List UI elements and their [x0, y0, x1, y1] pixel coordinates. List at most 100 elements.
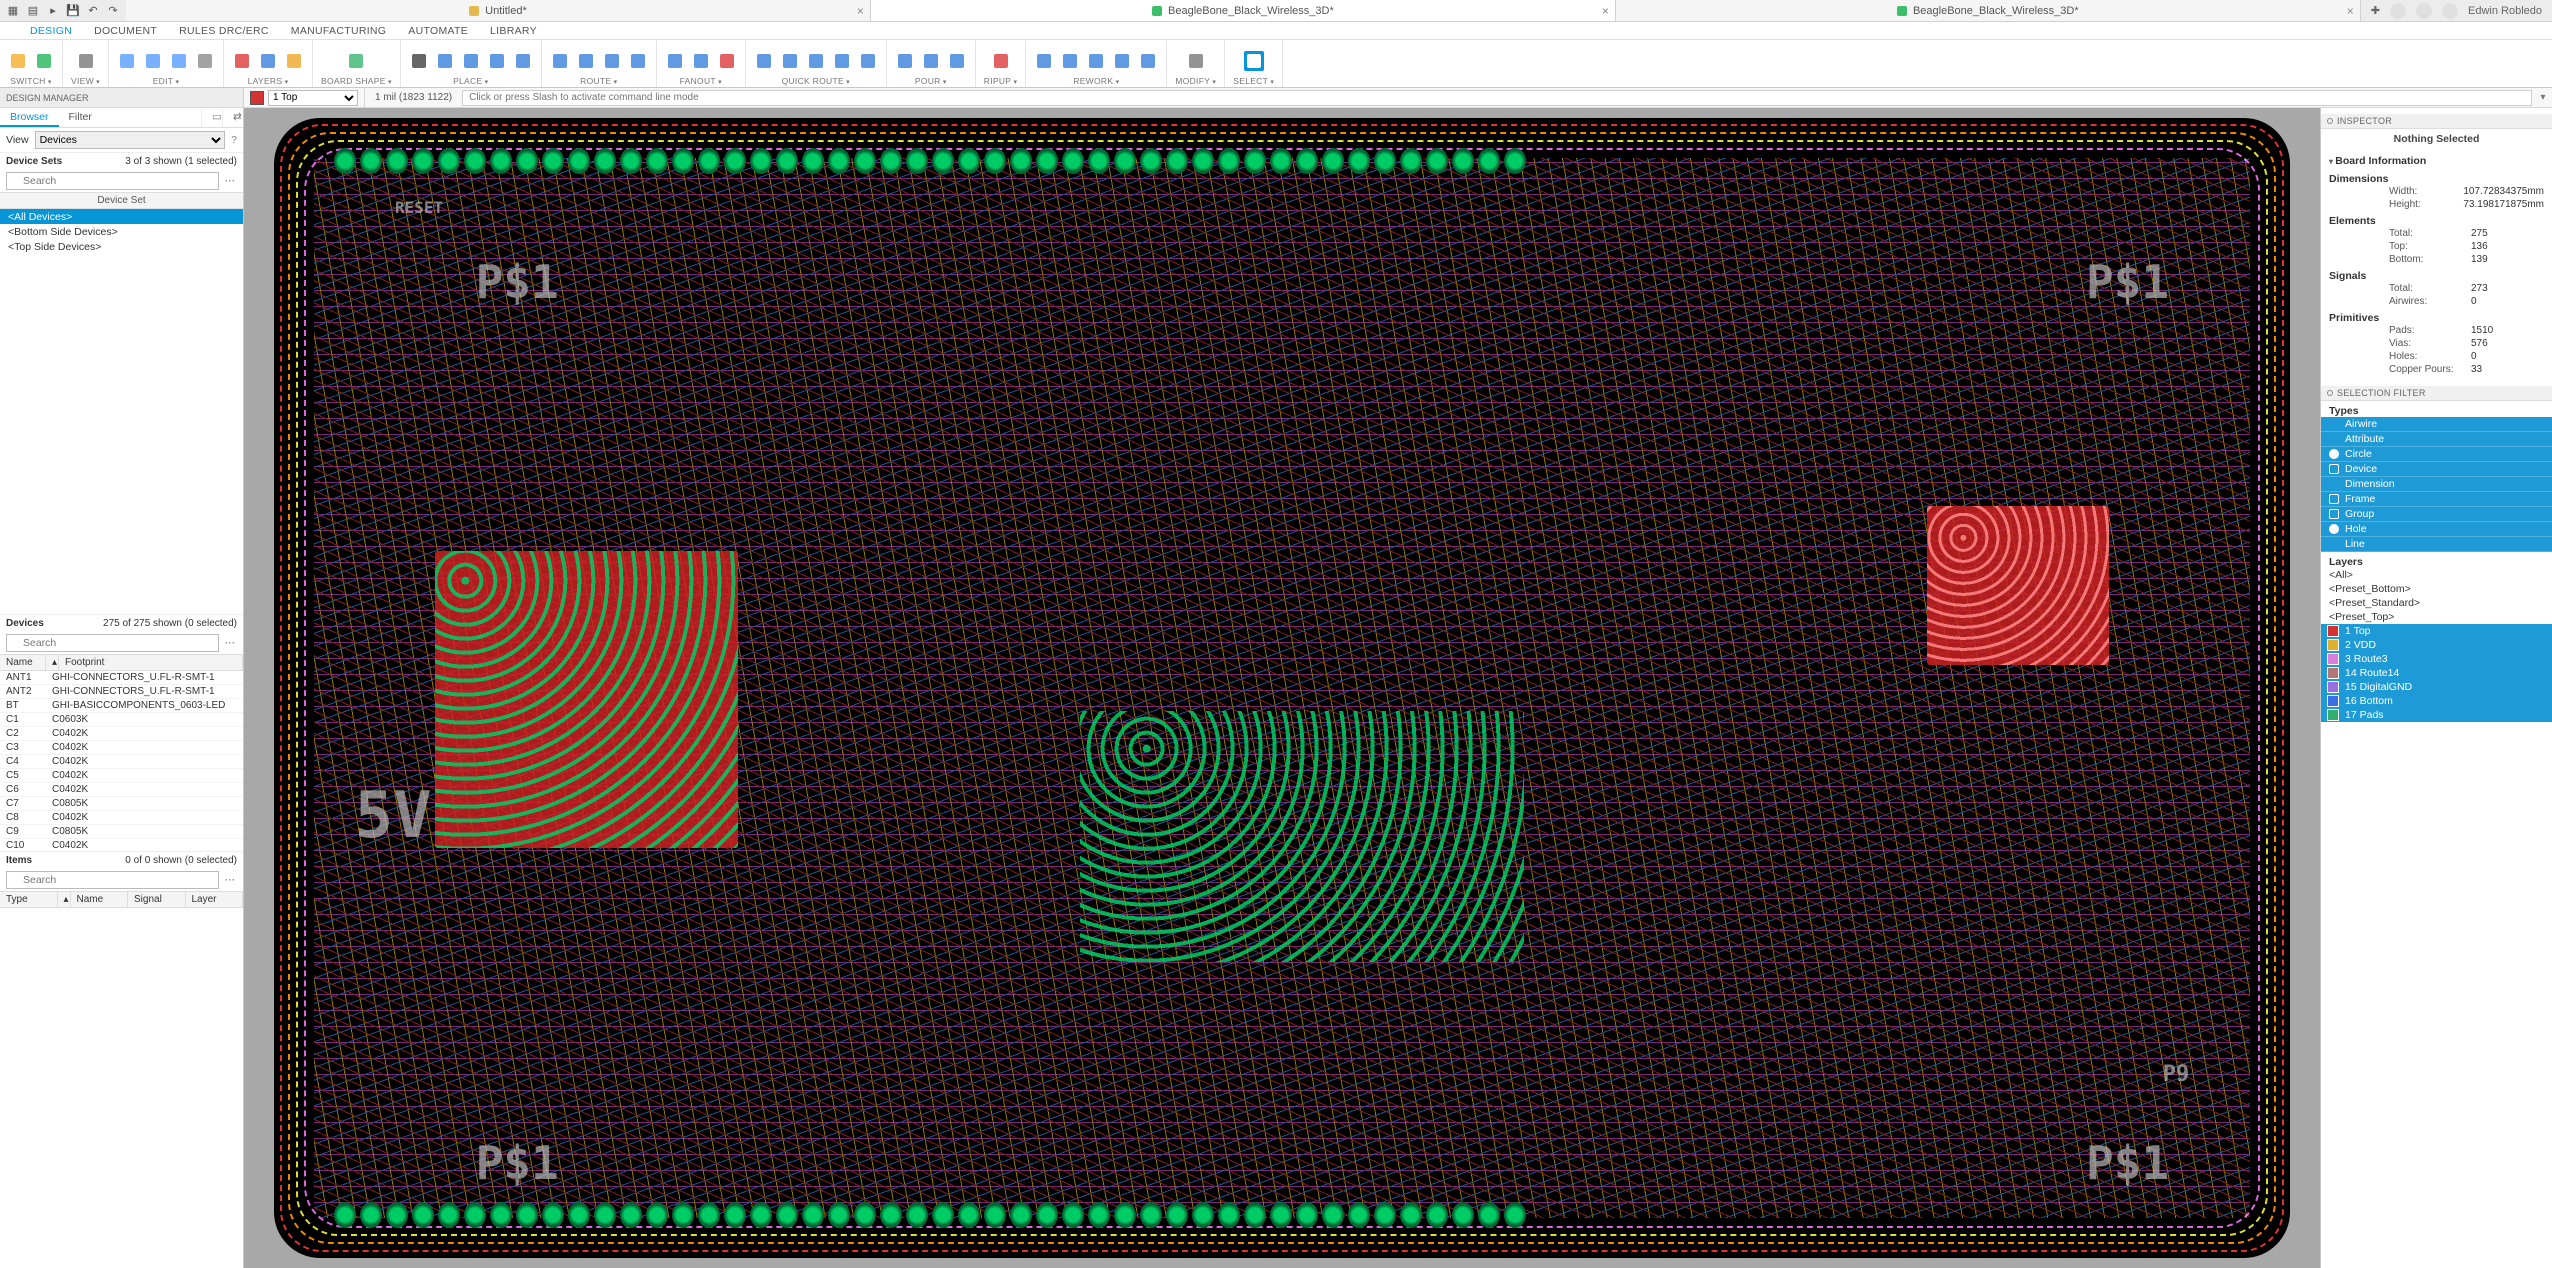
device-sets-search[interactable] — [6, 172, 219, 190]
filter-type-hole[interactable]: Hole — [2321, 522, 2552, 537]
wrench-icon[interactable] — [1186, 51, 1206, 71]
items-col-name[interactable]: Name — [71, 892, 129, 907]
filter-type-device[interactable]: Device — [2321, 462, 2552, 477]
layer-row[interactable]: 16 Bottom — [2321, 694, 2552, 708]
array-icon[interactable] — [513, 51, 533, 71]
layer-row[interactable]: 15 DigitalGND — [2321, 680, 2552, 694]
clock-icon[interactable] — [2416, 3, 2432, 19]
ribbon-menu-design[interactable]: DESIGN — [30, 25, 72, 37]
layer-preset[interactable]: <Preset_Bottom> — [2321, 582, 2552, 596]
poly-cut-icon[interactable] — [921, 51, 941, 71]
grid-icon[interactable] — [76, 51, 96, 71]
ribbon-group-label[interactable]: MODIFY — [1175, 76, 1216, 86]
rotate-icon[interactable] — [435, 51, 455, 71]
layers-blue-icon[interactable] — [258, 51, 278, 71]
rw4-icon[interactable] — [1112, 51, 1132, 71]
device-row[interactable]: C7 C0805K — [0, 797, 243, 811]
ribbon-group-label[interactable]: QUICK ROUTE — [782, 76, 850, 86]
devices-search[interactable] — [6, 634, 219, 652]
filter-type-group[interactable]: Group — [2321, 507, 2552, 522]
layer-preset[interactable]: <Preset_Standard> — [2321, 596, 2552, 610]
items-col-layer[interactable]: Layer — [186, 892, 244, 907]
active-layer-swatch[interactable] — [250, 91, 264, 105]
open-icon[interactable]: ▸ — [46, 4, 60, 18]
undo-icon[interactable]: ↶ — [86, 4, 100, 18]
items-more-icon[interactable]: ⋯ — [223, 874, 238, 886]
switch-sch-icon[interactable] — [8, 51, 28, 71]
pcb-canvas[interactable]: RESET P$1 P$1 P$1 P$1 5V P9 — [244, 108, 2320, 1268]
ribbon-group-label[interactable]: LAYERS — [248, 76, 289, 86]
meander-icon[interactable] — [628, 51, 648, 71]
devices-more-icon[interactable]: ⋯ — [223, 637, 238, 649]
filter-type-circle[interactable]: Circle — [2321, 447, 2552, 462]
qr2-icon[interactable] — [780, 51, 800, 71]
active-layer-select[interactable]: 1 Top — [268, 90, 358, 106]
ribbon-menu-rules-drc-erc[interactable]: RULES DRC/ERC — [179, 25, 269, 37]
qr5-icon[interactable] — [858, 51, 878, 71]
command-line-input[interactable] — [462, 90, 2532, 106]
device-row[interactable]: C3 C0402K — [0, 741, 243, 755]
layer-preset[interactable]: <Preset_Top> — [2321, 610, 2552, 624]
ribbon-group-label[interactable]: PLACE — [453, 76, 488, 86]
ribbon-menu-automate[interactable]: AUTOMATE — [408, 25, 468, 37]
device-row[interactable]: C9 C0805K — [0, 825, 243, 839]
paste-icon[interactable] — [143, 51, 163, 71]
poly-icon[interactable] — [895, 51, 915, 71]
device-row[interactable]: C2 C0402K — [0, 727, 243, 741]
ribbon-group-label[interactable]: ROUTE — [580, 76, 617, 86]
devices-col-footprint[interactable]: Footprint — [59, 655, 243, 670]
document-tab[interactable]: BeagleBone_Black_Wireless_3D* × — [1616, 0, 2361, 21]
items-sort-icon[interactable]: ▴ — [58, 892, 71, 907]
qr4-icon[interactable] — [832, 51, 852, 71]
filter-type-line[interactable]: Line — [2321, 537, 2552, 552]
layer-preset[interactable]: <All> — [2321, 568, 2552, 582]
layer-stack-icon[interactable] — [284, 51, 304, 71]
device-set-item[interactable]: <Bottom Side Devices> — [0, 224, 243, 239]
paste2-icon[interactable] — [169, 51, 189, 71]
device-row[interactable]: C8 C0402K — [0, 811, 243, 825]
bus-icon[interactable] — [602, 51, 622, 71]
device-row[interactable]: BT GHI-BASICCOMPONENTS_0603-LED — [0, 699, 243, 713]
board-shape-icon[interactable] — [346, 51, 366, 71]
delete-icon[interactable] — [195, 51, 215, 71]
ribbon-group-label[interactable]: POUR — [915, 76, 947, 86]
dm-select-tool-icon[interactable]: ▭ — [201, 108, 222, 127]
redo-icon[interactable]: ↷ — [106, 4, 120, 18]
ribbon-menu-document[interactable]: DOCUMENT — [94, 25, 157, 37]
mirror-icon[interactable] — [461, 51, 481, 71]
items-col-type[interactable]: Type — [0, 892, 58, 907]
select-icon[interactable] — [1244, 51, 1264, 71]
filter-type-dimension[interactable]: Dimension — [2321, 477, 2552, 492]
fanout1-icon[interactable] — [665, 51, 685, 71]
align-icon[interactable] — [487, 51, 507, 71]
device-row[interactable]: C1 C0603K — [0, 713, 243, 727]
qr1-icon[interactable] — [754, 51, 774, 71]
device-row[interactable]: C10 C0402K — [0, 839, 243, 851]
device-sets-more-icon[interactable]: ⋯ — [223, 175, 238, 187]
dm-view-help-icon[interactable]: ? — [231, 134, 237, 146]
layer-row[interactable]: 2 VDD — [2321, 638, 2552, 652]
layer-row[interactable]: 1 Top — [2321, 624, 2552, 638]
filter-type-airwire[interactable]: Airwire — [2321, 417, 2552, 432]
rw3-icon[interactable] — [1086, 51, 1106, 71]
device-row[interactable]: C6 C0402K — [0, 783, 243, 797]
device-row[interactable]: ANT1 GHI-CONNECTORS_U.FL-R-SMT-1 — [0, 671, 243, 685]
extensions-icon[interactable]: ✚ — [2371, 4, 2380, 17]
ribbon-menu-library[interactable]: LIBRARY — [490, 25, 537, 37]
items-col-signal[interactable]: Signal — [128, 892, 186, 907]
help-icon[interactable] — [2390, 3, 2406, 19]
device-set-item[interactable]: <Top Side Devices> — [0, 239, 243, 254]
ribbon-group-label[interactable]: SELECT — [1233, 76, 1274, 86]
filter-type-frame[interactable]: Frame — [2321, 492, 2552, 507]
copy-icon[interactable] — [117, 51, 137, 71]
diff-icon[interactable] — [576, 51, 596, 71]
rw1-icon[interactable] — [1034, 51, 1054, 71]
document-tab[interactable]: BeagleBone_Black_Wireless_3D* × — [871, 0, 1616, 21]
layer-row[interactable]: 17 Pads — [2321, 708, 2552, 722]
document-tab[interactable]: Untitled* × — [126, 0, 871, 21]
user-avatar-icon[interactable] — [2442, 3, 2458, 19]
close-icon[interactable]: × — [1602, 4, 1609, 18]
ribbon-group-label[interactable]: REWORK — [1073, 76, 1119, 86]
ribbon-group-label[interactable]: BOARD SHAPE — [321, 76, 392, 86]
ribbon-group-label[interactable]: FANOUT — [680, 76, 722, 86]
